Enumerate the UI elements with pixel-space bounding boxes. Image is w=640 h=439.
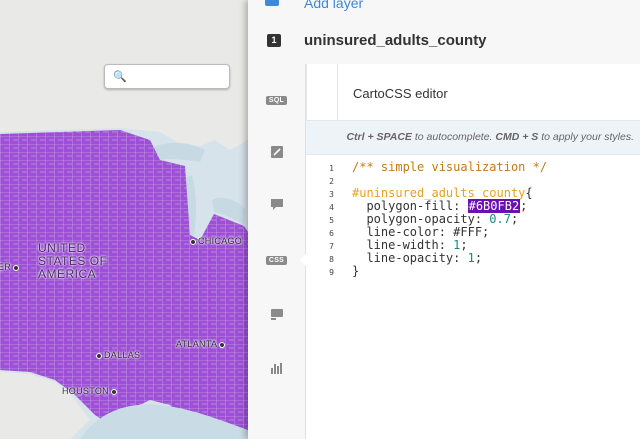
city-label-denver: ER (0, 262, 21, 272)
city-name: HOUSTON (62, 386, 109, 396)
code-color-value: #6B0FB2 (467, 199, 521, 213)
layer-panel: + Add layer 1 uninsured_adults_county SQ… (248, 0, 640, 439)
code-semicolon: ; (520, 199, 528, 213)
map-search-input[interactable] (127, 68, 229, 87)
bar-chart-icon (270, 362, 282, 374)
city-dot-icon (13, 264, 20, 271)
search-icon: 🔍 (113, 71, 127, 83)
code-brace: { (525, 186, 533, 200)
code-line[interactable]: /** simple visualization */ (352, 161, 547, 174)
city-dot-icon (190, 238, 196, 245)
line-number: 3 (329, 190, 334, 199)
code-line[interactable]: } (352, 265, 547, 278)
sql-icon: SQL (265, 95, 288, 105)
code-property: line-width: (352, 238, 454, 252)
city-name: DALLAS (104, 350, 141, 360)
line-number: 7 (329, 242, 334, 251)
tool-filters-button[interactable] (248, 342, 305, 394)
line-number: 8 (329, 255, 334, 264)
city-label-dallas: DALLAS (96, 350, 140, 360)
city-label-houston: HOUSTON (62, 386, 119, 396)
code-lines[interactable]: /** simple visualization */ #uninsured_a… (352, 161, 547, 278)
layer-name[interactable]: uninsured_adults_county (304, 32, 487, 49)
layer-header: 1 uninsured_adults_county (248, 20, 640, 64)
code-property: polygon-fill: (352, 199, 468, 213)
layer-number-badge: 1 (267, 34, 281, 47)
line-number: 2 (329, 177, 334, 186)
line-number: 4 (329, 203, 334, 212)
css-icon: CSS (265, 255, 288, 265)
code-semicolon: ; (460, 238, 468, 252)
city-label-atlanta: ATLANTA (176, 339, 227, 349)
code-semicolon: ; (510, 212, 519, 226)
editor-header: CartoCSS editor (306, 64, 640, 120)
line-number-gutter: 1 2 3 4 5 6 7 8 9 (306, 162, 334, 279)
line-number: 6 (329, 229, 334, 238)
city-label-chicago: CHICAGO (190, 236, 242, 246)
legend-icon (270, 308, 283, 320)
city-name: ATLANTA (176, 339, 218, 349)
hint-text: to autocomplete. (411, 131, 496, 143)
line-number: 9 (329, 268, 334, 277)
editor-divider (337, 64, 338, 120)
code-semicolon: ; (474, 251, 483, 265)
code-number-value: 1 (467, 251, 475, 265)
city-dot-icon (219, 341, 226, 348)
hint-key: Ctrl + SPACE (346, 131, 412, 143)
tool-sql-button[interactable]: SQL (248, 74, 305, 126)
line-number: 5 (329, 216, 334, 225)
city-dot-icon (96, 352, 102, 359)
line-number: 1 (329, 164, 334, 173)
code-property: line-opacity: (352, 251, 468, 265)
editor-hint: Ctrl + SPACE to autocomplete. CMD + S to… (346, 131, 634, 143)
hint-text: to apply your styles. (538, 131, 634, 143)
city-name: CHICAGO (198, 236, 243, 246)
map-search-box[interactable]: 🔍 (104, 64, 230, 89)
country-label: UNITED STATES OF AMERICA (38, 242, 107, 281)
cartocss-editor: CartoCSS editor Ctrl + SPACE to autocomp… (306, 64, 640, 439)
city-dot-icon (110, 388, 117, 395)
tool-wizard-button[interactable] (248, 126, 305, 178)
code-selector: #uninsured_adults_county (352, 186, 526, 200)
paintbrush-icon (270, 146, 283, 158)
editor-hint-bar: Ctrl + SPACE to autocomplete. CMD + S to… (306, 120, 640, 155)
code-number-value: 0.7 (489, 212, 511, 226)
add-icon[interactable]: + (265, 0, 279, 6)
map-view[interactable]: 🔍 UNITED STATES OF AMERICA ER CHICAGO DA… (0, 0, 248, 439)
editor-title: CartoCSS editor (353, 86, 448, 101)
speech-bubble-icon (270, 198, 283, 210)
tool-sidebar: SQL CSS (248, 64, 306, 439)
code-property: polygon-opacity: (352, 212, 490, 226)
code-line[interactable]: line-opacity: 1; (352, 252, 547, 265)
add-layer-link[interactable]: Add layer (304, 0, 363, 11)
tool-css-button[interactable]: CSS (248, 234, 306, 286)
hint-key: CMD + S (495, 131, 539, 143)
tool-infowindow-button[interactable] (248, 178, 305, 230)
city-name: ER (0, 262, 12, 272)
tool-legend-button[interactable] (248, 288, 305, 340)
country-label-line: AMERICA (38, 267, 97, 281)
